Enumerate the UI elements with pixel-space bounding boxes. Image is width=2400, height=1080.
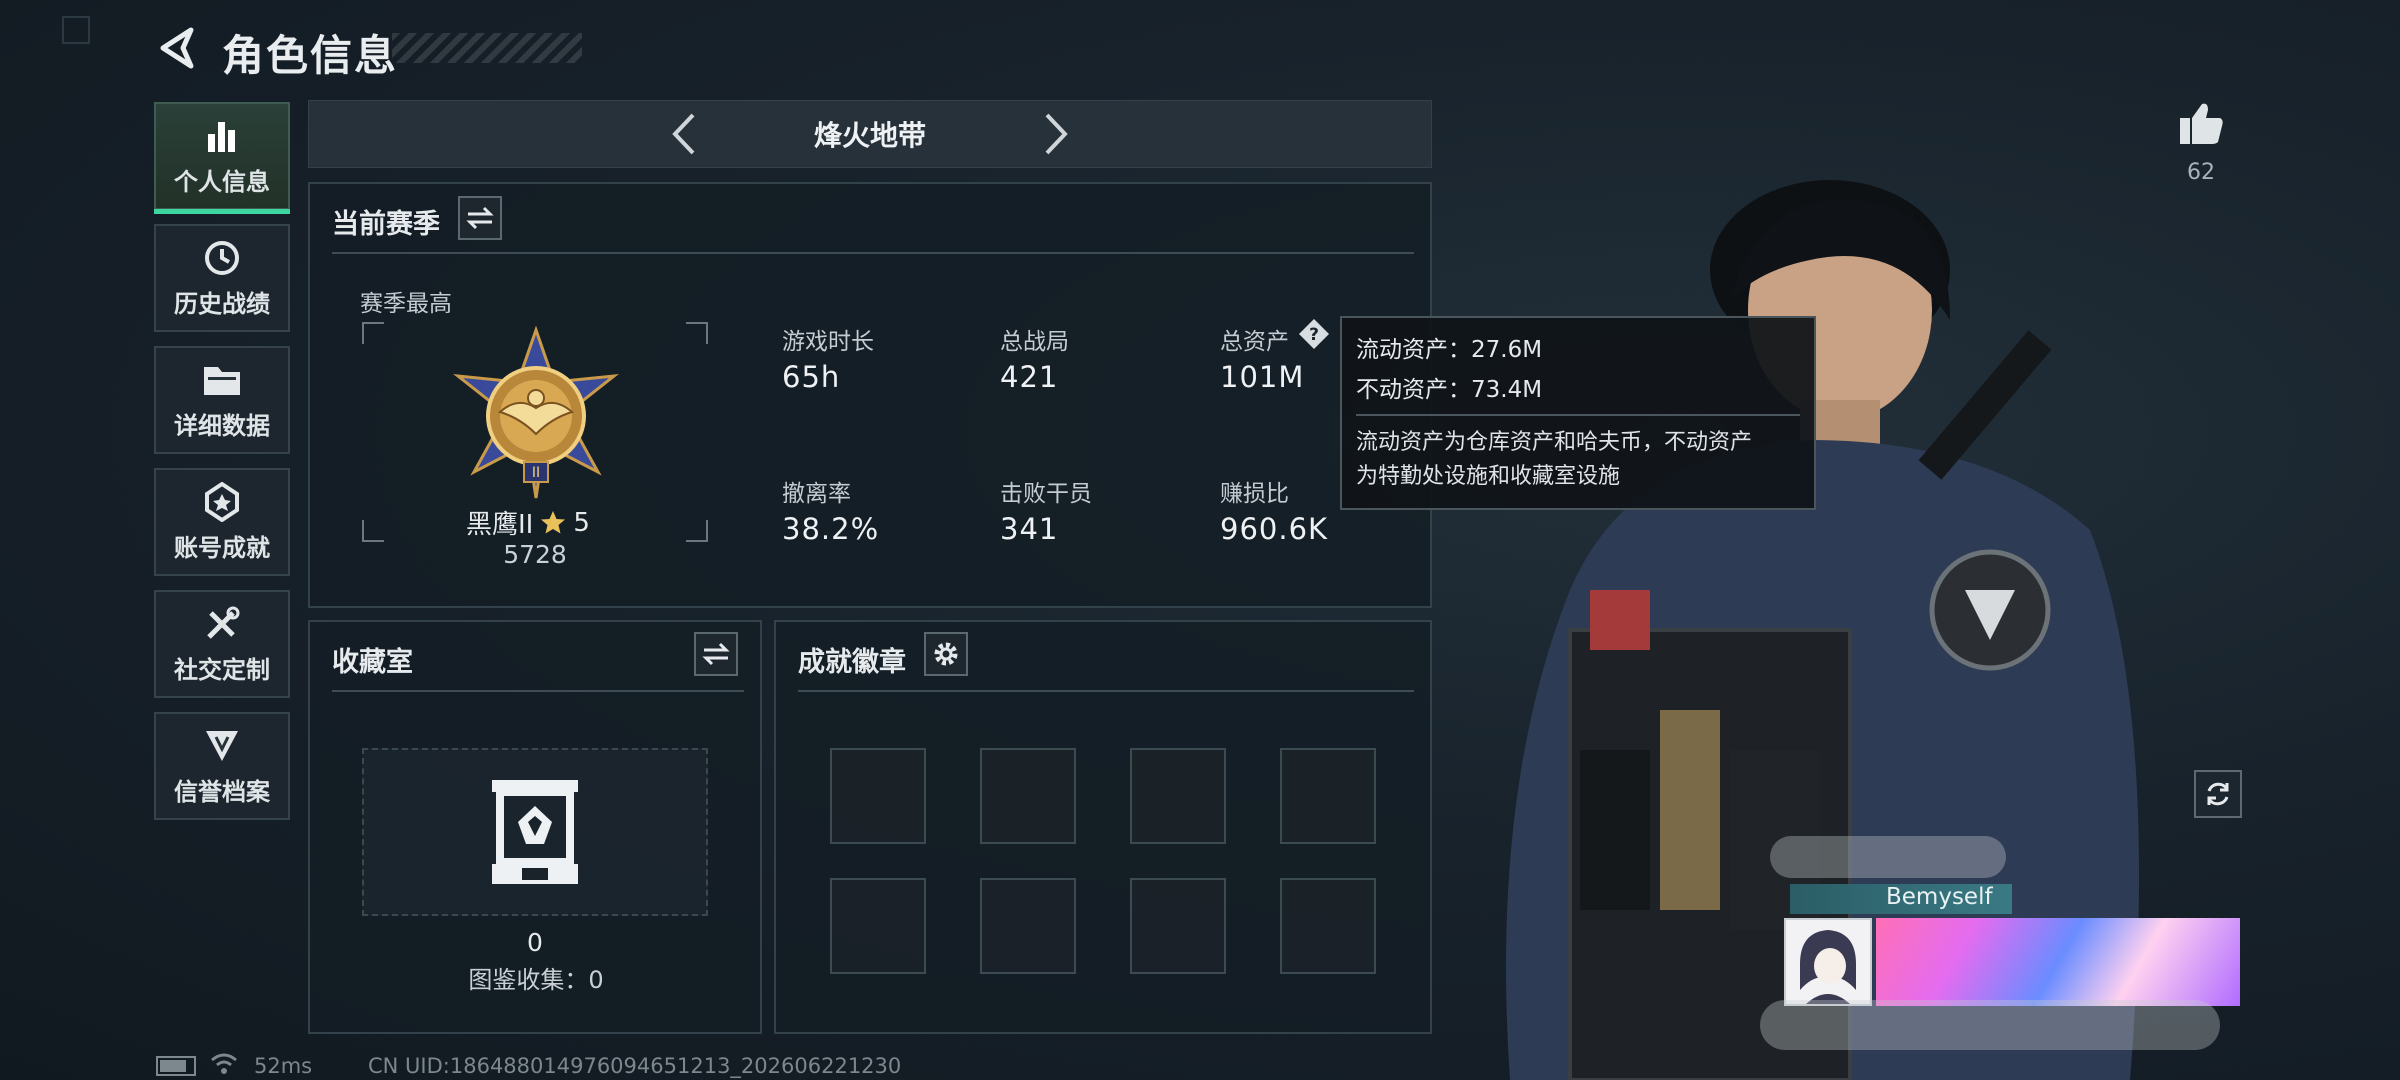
collection-count: 0 xyxy=(527,928,543,957)
badge-slot[interactable] xyxy=(1130,748,1226,844)
stat-label-assets: 总资产 xyxy=(1220,329,1289,355)
achievements-divider xyxy=(798,690,1414,692)
badge-slot[interactable] xyxy=(980,748,1076,844)
sidebar-item-label: 信誉档案 xyxy=(174,777,270,806)
sidebar-item-credit[interactable]: 信誉档案 xyxy=(154,712,290,820)
assets-tooltip: 流动资产：27.6M 不动资产：73.4M 流动资产为仓库资产和哈夫币，不动资产… xyxy=(1340,316,1816,510)
badge-slot[interactable] xyxy=(1130,878,1226,974)
stat-label-matches: 总战局 xyxy=(1000,329,1069,355)
achievement-icon xyxy=(200,481,244,522)
player-name: Bemyself xyxy=(1886,884,1993,910)
next-mode-button[interactable] xyxy=(1036,110,1076,158)
player-banner-image[interactable] xyxy=(1876,918,2240,1006)
collection-title: 收藏室 xyxy=(332,647,413,678)
stat-value-playtime: 65h xyxy=(782,360,841,394)
stat-label-profit-ratio: 赚损比 xyxy=(1220,481,1289,507)
svg-text:II: II xyxy=(532,465,540,481)
sidebar-item-label: 详细数据 xyxy=(174,411,270,440)
star-icon xyxy=(541,510,566,533)
badge-slot[interactable] xyxy=(830,878,926,974)
player-avatar[interactable] xyxy=(1784,918,1872,1006)
rotate-model-button[interactable] xyxy=(2194,770,2242,818)
collection-divider xyxy=(332,690,744,692)
tooltip-note-line2: 为特勤处设施和收藏室设施 xyxy=(1356,464,1621,489)
swap-icon xyxy=(702,642,730,666)
stat-label-playtime: 游戏时长 xyxy=(782,329,874,355)
rank-name-row: 黑鹰II 5 xyxy=(466,504,590,541)
stat-label-extract-rate: 撤离率 xyxy=(782,481,851,507)
sidebar-item-details[interactable]: 详细数据 xyxy=(154,346,290,454)
badge-slot[interactable] xyxy=(1280,878,1376,974)
assets-help-icon[interactable]: ? xyxy=(1298,318,1330,350)
swap-icon xyxy=(466,206,494,230)
stat-value-profit-ratio: 960.6K xyxy=(1220,512,1329,546)
thumbs-up-icon xyxy=(2180,103,2223,144)
sidebar-item-label: 社交定制 xyxy=(174,655,270,684)
tooltip-fixed-assets: 不动资产：73.4M xyxy=(1356,377,1543,403)
prev-mode-button[interactable] xyxy=(664,110,704,158)
history-icon xyxy=(200,238,244,278)
rank-stars: 5 xyxy=(573,507,590,538)
like-button[interactable] xyxy=(2178,100,2224,146)
sidebar-item-profile[interactable]: 个人信息 xyxy=(154,102,290,214)
sidebar-item-social[interactable]: 社交定制 xyxy=(154,590,290,698)
frame-corner xyxy=(686,520,708,542)
page-title: 角色信息 xyxy=(222,31,399,80)
sidebar-item-label: 历史战绩 xyxy=(174,289,270,318)
bar-chart-icon xyxy=(200,116,244,156)
frame-corner xyxy=(362,322,384,344)
sidebar-item-history[interactable]: 历史战绩 xyxy=(154,224,290,332)
blurred-text-area xyxy=(1770,836,2006,878)
season-best-label: 赛季最高 xyxy=(360,291,452,317)
chevron-left-icon xyxy=(672,113,695,155)
refresh-icon xyxy=(2207,782,2229,806)
tooltip-liquid-assets: 流动资产：27.6M xyxy=(1356,337,1543,363)
codex-count: 图鉴收集：0 xyxy=(468,966,604,994)
chevron-right-icon xyxy=(1045,113,1068,155)
like-count: 62 xyxy=(2187,160,2215,185)
rank-badge-icon: II xyxy=(448,325,624,502)
sidebar-item-label: 账号成就 xyxy=(174,533,270,562)
frame-corner xyxy=(362,520,384,542)
rank-name: 黑鹰II xyxy=(466,510,534,540)
stat-value-kills: 341 xyxy=(1000,512,1059,546)
wifi-icon xyxy=(210,1052,238,1076)
season-title: 当前赛季 xyxy=(332,209,440,240)
blurred-text-area xyxy=(1760,1000,2220,1050)
achievements-settings-button[interactable] xyxy=(924,632,968,676)
title-stripes-decoration xyxy=(392,33,582,63)
uid-text: CN UID:1864880149760946512​13_2026062212… xyxy=(368,1054,902,1078)
mode-title: 烽火地带 xyxy=(813,119,926,152)
frame-corner xyxy=(686,322,708,344)
tooltip-divider xyxy=(1356,414,1800,416)
badge-slot[interactable] xyxy=(830,748,926,844)
rank-score: 5728 xyxy=(503,540,567,569)
back-arrow-icon xyxy=(160,27,194,69)
stat-label-kills: 击败干员 xyxy=(1000,481,1092,507)
credit-icon xyxy=(200,726,244,766)
tools-icon xyxy=(200,604,244,644)
gear-icon xyxy=(934,642,958,666)
sidebar-item-achievements[interactable]: 账号成就 xyxy=(154,468,290,576)
svg-text:?: ? xyxy=(1309,325,1319,345)
stat-value-extract-rate: 38.2% xyxy=(782,512,880,546)
sidebar-item-label: 个人信息 xyxy=(174,167,270,196)
season-divider xyxy=(332,252,1414,254)
ping-text: 52ms xyxy=(254,1054,313,1078)
display-case-icon xyxy=(488,776,582,888)
back-button[interactable] xyxy=(150,20,204,76)
badge-slot[interactable] xyxy=(980,878,1076,974)
collection-switch-button[interactable] xyxy=(694,632,738,676)
badge-slot[interactable] xyxy=(1280,748,1376,844)
folder-icon xyxy=(200,360,244,400)
stat-value-assets: 101M xyxy=(1220,360,1305,394)
season-switch-button[interactable] xyxy=(458,196,502,240)
tooltip-note-line1: 流动资产为仓库资产和哈夫币，不动资产 xyxy=(1356,430,1753,455)
battery-icon xyxy=(156,1056,196,1076)
achievements-title: 成就徽章 xyxy=(798,647,906,678)
corner-square-decoration xyxy=(62,16,90,44)
stat-value-matches: 421 xyxy=(1000,360,1059,394)
